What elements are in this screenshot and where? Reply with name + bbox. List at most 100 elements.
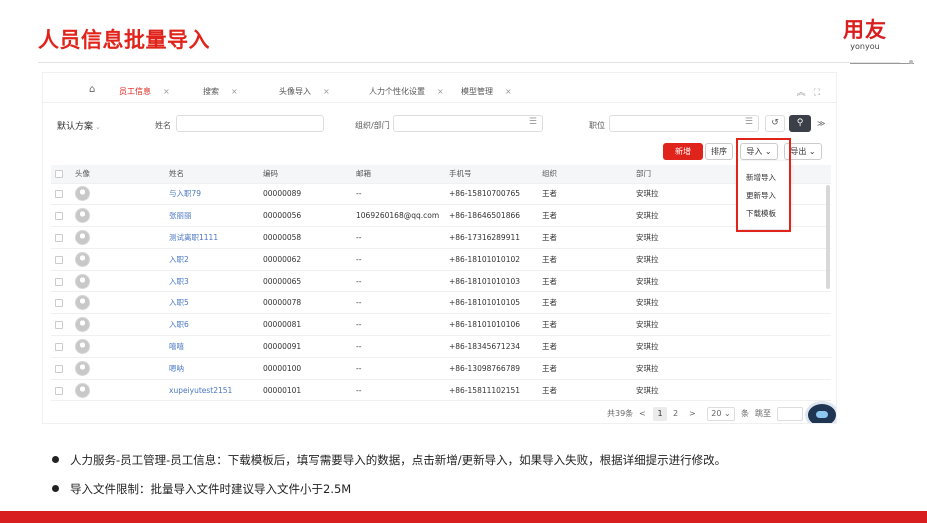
employee-name-link[interactable]: 入职3 — [165, 270, 259, 293]
export-label: 导出 — [790, 147, 807, 156]
table-row[interactable]: 入职2 00000062 -- +86-18101010102 王者 安琪拉 — [51, 248, 831, 271]
app-screenshot: ⌂ 员工信息 × 搜索 × 头像导入 × 人力个性化设置 × 模型管理 × ︽⛶ 默认方案… — [42, 72, 837, 424]
row-checkbox[interactable] — [51, 270, 71, 293]
list-icon[interactable]: ☰ — [529, 117, 537, 127]
table-row[interactable]: 入职5 00000078 -- +86-18101010105 王者 安琪拉 — [51, 291, 831, 315]
employee-code: 00000062 — [259, 248, 352, 271]
table-row[interactable]: 张丽丽 00000056 1069260168@qq.com +86-18646… — [51, 204, 831, 228]
close-icon[interactable]: × — [323, 87, 330, 96]
table-row[interactable]: 入职6 00000081 -- +86-18101010106 王者 安琪拉 — [51, 313, 831, 337]
page-1-button[interactable]: 1 — [653, 407, 667, 421]
employee-dept: 安琪拉 — [632, 313, 780, 337]
reset-icon[interactable]: ↺ — [765, 115, 785, 132]
next-page-icon[interactable]: > — [689, 407, 696, 421]
tab-search[interactable]: 搜索 × — [203, 85, 238, 99]
employee-name-link[interactable]: xupeiyutest2151 — [165, 379, 259, 402]
name-filter-input[interactable] — [176, 115, 324, 132]
page-size-value: 20 — [711, 409, 722, 418]
employee-dept: 安琪拉 — [632, 357, 780, 380]
title-divider — [38, 62, 900, 63]
employee-name-link[interactable]: 入职2 — [165, 248, 259, 271]
tab-label: 员工信息 — [119, 87, 151, 96]
logo-main-text: 用友 — [843, 18, 887, 42]
employee-code: 00000089 — [259, 183, 352, 206]
tab-label: 头像导入 — [279, 87, 311, 96]
close-icon[interactable]: × — [231, 87, 238, 96]
employee-name-link[interactable]: 与入职79 — [165, 183, 259, 206]
column-header: 姓名 — [165, 165, 259, 184]
page-2-button[interactable]: 2 — [673, 407, 678, 421]
fullscreen-icon[interactable]: ⛶ — [814, 88, 828, 98]
table-row[interactable]: 嗯呐 00000100 -- +86-13098766789 王者 安琪拉 — [51, 357, 831, 380]
column-header: 手机号 — [445, 165, 538, 184]
chevron-down-icon: ⌄ — [95, 123, 101, 131]
row-checkbox[interactable] — [51, 204, 71, 228]
close-icon[interactable]: × — [163, 87, 170, 96]
employee-name-link[interactable]: 入职5 — [165, 291, 259, 315]
page-size-select[interactable]: 20 ⌄ — [707, 407, 735, 421]
employee-name-link[interactable]: 张丽丽 — [165, 204, 259, 228]
employee-dept: 安琪拉 — [632, 291, 780, 315]
employee-name-link[interactable]: 嘻嘻 — [165, 335, 259, 358]
table-scrollbar[interactable] — [826, 185, 830, 289]
employee-dept: 安琪拉 — [632, 335, 780, 358]
title-divider-accent — [850, 58, 914, 64]
row-spacer — [780, 335, 831, 358]
row-checkbox[interactable] — [51, 291, 71, 315]
employee-name-link[interactable]: 嗯呐 — [165, 357, 259, 380]
employee-name-link[interactable]: 测试离职1111 — [165, 226, 259, 249]
tab-employee-info[interactable]: 员工信息 × — [119, 85, 170, 99]
prev-page-icon[interactable]: < — [639, 407, 646, 421]
slide-title: 人员信息批量导入 — [38, 28, 210, 52]
close-icon[interactable]: × — [437, 87, 444, 96]
row-checkbox[interactable] — [51, 226, 71, 249]
sort-button[interactable]: 排序 — [705, 143, 733, 160]
avatar — [71, 335, 165, 358]
row-checkbox[interactable] — [51, 335, 71, 358]
list-icon[interactable]: ☰ — [745, 117, 753, 127]
employee-org: 王者 — [538, 226, 632, 249]
row-checkbox[interactable] — [51, 183, 71, 206]
employee-code: 00000056 — [259, 204, 352, 228]
row-checkbox[interactable] — [51, 313, 71, 337]
tab-avatar-import[interactable]: 头像导入 × — [279, 85, 330, 99]
table-row[interactable]: 与入职79 00000089 -- +86-15810700765 王者 安琪拉 — [51, 183, 831, 206]
table-row[interactable]: 入职3 00000065 -- +86-18101010103 王者 安琪拉 — [51, 270, 831, 293]
employee-org: 王者 — [538, 291, 632, 315]
table-row[interactable]: xupeiyutest2151 00000101 -- +86-15811102… — [51, 379, 831, 402]
org-filter-input[interactable]: ☰ — [393, 115, 543, 132]
tab-model-management[interactable]: 模型管理 × — [461, 85, 512, 99]
position-filter-input[interactable]: ☰ — [609, 115, 759, 132]
scheme-label: 默认方案 — [57, 122, 94, 132]
employee-code: 00000065 — [259, 270, 352, 293]
tab-personalization[interactable]: 人力个性化设置 × — [369, 85, 444, 99]
bullet-item: 人力服务-员工管理-员工信息：下载模板后，填写需要导入的数据，点击新增/更新导入… — [52, 452, 726, 468]
tab-label: 人力个性化设置 — [369, 87, 425, 96]
row-checkbox[interactable] — [51, 248, 71, 271]
select-all-checkbox[interactable] — [51, 165, 71, 184]
close-icon[interactable]: × — [505, 87, 512, 96]
chevron-up-icon[interactable]: ︽ — [797, 88, 814, 98]
row-checkbox[interactable] — [51, 357, 71, 380]
title-divider-dot — [909, 60, 913, 64]
bullet-list: 人力服务-员工管理-员工信息：下载模板后，填写需要导入的数据，点击新增/更新导入… — [52, 452, 726, 510]
chevron-down-icon: ⌄ — [808, 147, 816, 156]
employee-org: 王者 — [538, 204, 632, 228]
employee-dept: 安琪拉 — [632, 248, 780, 271]
row-checkbox[interactable] — [51, 379, 71, 402]
total-count: 共39条 — [607, 409, 634, 418]
scheme-selector[interactable]: 默认方案 ⌄ — [57, 119, 101, 132]
employee-name-link[interactable]: 入职6 — [165, 313, 259, 337]
tab-bar: ⌂ 员工信息 × 搜索 × 头像导入 × 人力个性化设置 × 模型管理 × ︽⛶ — [43, 81, 836, 103]
table-row[interactable]: 嘻嘻 00000091 -- +86-18345671234 王者 安琪拉 — [51, 335, 831, 358]
jump-page-input[interactable] — [777, 407, 803, 421]
avatar — [71, 204, 165, 228]
position-filter-label: 职位 — [589, 121, 605, 130]
assistant-bot-icon[interactable] — [805, 401, 836, 423]
table-row[interactable]: 测试离职1111 00000058 -- +86-17316289911 王者 … — [51, 226, 831, 249]
home-icon[interactable]: ⌂ — [89, 84, 95, 95]
expand-filter-icon[interactable]: ≫ — [817, 119, 825, 128]
add-button[interactable]: 新增 — [663, 143, 703, 160]
page-size-unit: 条 — [741, 409, 749, 418]
search-button[interactable]: ⚲ — [789, 115, 811, 132]
